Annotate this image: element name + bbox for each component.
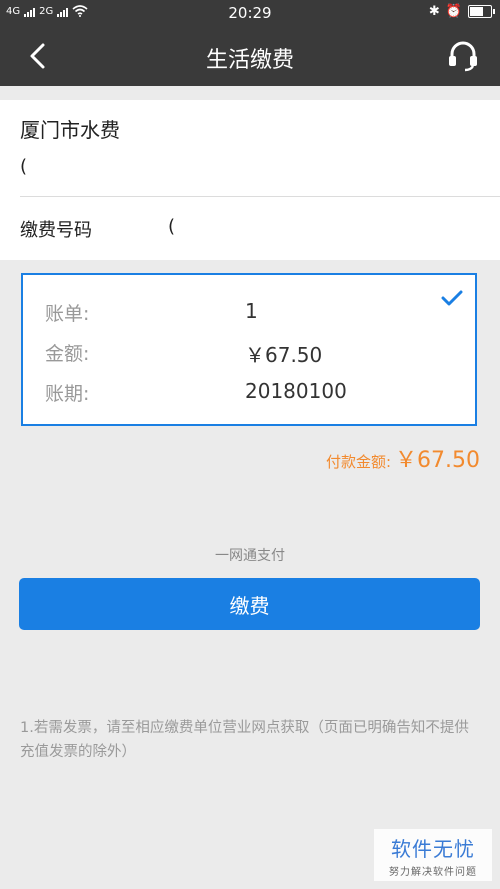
bill-label: 账单:	[45, 303, 90, 325]
page-title: 生活缴费	[205, 48, 294, 73]
pay-number-value: (	[168, 216, 176, 237]
pay-button[interactable]: 缴费	[19, 578, 480, 630]
headset-icon[interactable]	[446, 39, 480, 73]
period-value: 20180100	[245, 379, 347, 403]
period-label: 账期:	[45, 383, 90, 405]
status-bar: 4G 2G 20:29 ✱ ⏰	[0, 0, 500, 27]
payment-method: 一网通支付	[215, 548, 285, 564]
bill-sub-value: (	[20, 156, 28, 177]
bill-info-card: 厦门市水费 ( 缴费号码 (	[0, 100, 500, 260]
total-label: 付款金额:	[325, 453, 392, 471]
bill-value: 1	[245, 299, 258, 323]
divider	[20, 196, 500, 197]
watermark-title: 软件无忧	[391, 837, 475, 861]
bill-name: 厦门市水费	[20, 118, 120, 142]
watermark-logo: 软件无忧 努力解决软件问题	[374, 829, 492, 881]
amount-value: ￥67.50	[245, 343, 323, 367]
battery-icon	[468, 5, 495, 18]
status-right: ✱ ⏰	[428, 4, 495, 19]
bluetooth-icon: ✱	[428, 4, 440, 19]
amount-label: 金额:	[45, 343, 90, 365]
nav-bar: 生活缴费	[0, 27, 500, 86]
watermark-subtitle: 努力解决软件问题	[389, 867, 477, 878]
alarm-icon: ⏰	[445, 4, 462, 19]
invoice-notice: 1.若需发票，请至相应缴费单位营业网点获取（页面已明确告知不提供充值发票的除外）	[20, 720, 469, 760]
pay-number-label: 缴费号码	[20, 220, 92, 241]
total-amount: 付款金额: ￥67.50	[326, 442, 480, 474]
bill-item-card[interactable]: 账单: 1 金额: ￥67.50 账期: 20180100	[21, 273, 477, 426]
check-icon	[441, 290, 463, 306]
back-icon[interactable]	[24, 41, 54, 71]
total-value: ￥67.50	[395, 448, 480, 473]
status-time: 20:29	[228, 4, 272, 22]
